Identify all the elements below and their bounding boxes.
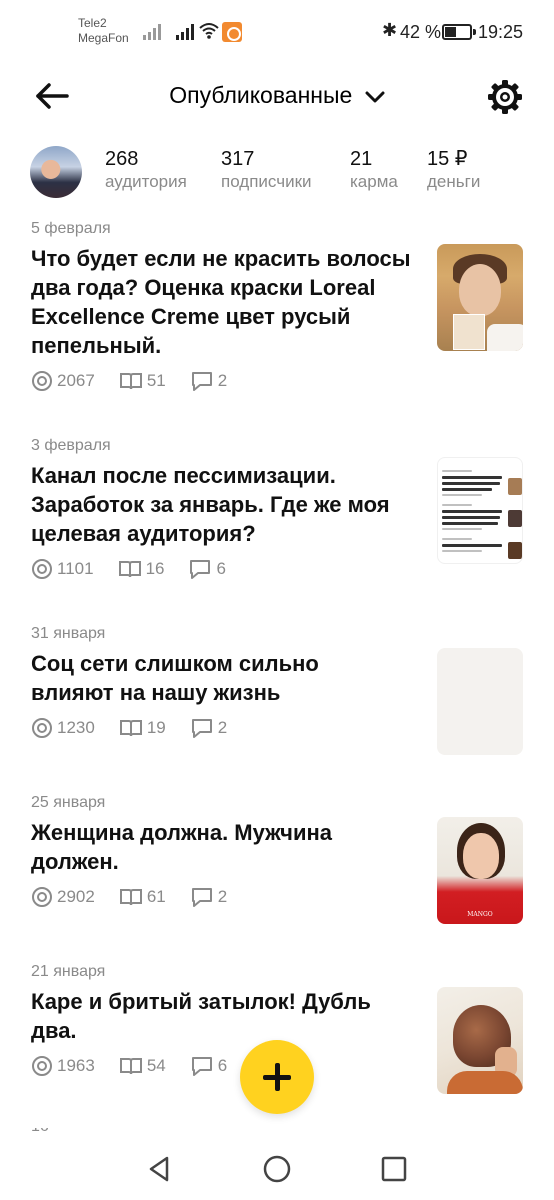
bluetooth-icon: ✱ (382, 20, 398, 40)
square-recents-icon[interactable] (377, 1152, 411, 1186)
eye-icon (32, 887, 52, 907)
next-post-date: 16 (31, 1128, 61, 1138)
post-title[interactable]: Канал после пессимизации. Заработок за я… (31, 461, 423, 548)
comment-icon (191, 719, 212, 738)
battery-icon (442, 24, 476, 40)
signal-icon (143, 24, 161, 40)
views-count: 1230 (57, 718, 95, 737)
stat-karma: 21 карма (350, 148, 398, 191)
post-stats: 1101 16 6 (31, 558, 250, 580)
clock: 19:25 (478, 22, 524, 42)
signal-icon (176, 24, 194, 40)
stat-money: 15 ₽ деньги (427, 148, 481, 191)
comment-icon (191, 888, 212, 907)
triangle-back-icon[interactable] (143, 1152, 177, 1186)
post-title[interactable]: Каре и бритый затылок! Дубль два. (31, 987, 411, 1045)
reads-count: 54 (146, 1056, 166, 1075)
views-count: 1963 (57, 1056, 95, 1075)
post-stats: 2067 51 2 (31, 370, 251, 392)
comment-icon (190, 560, 211, 579)
views-count: 1101 (57, 559, 94, 578)
circle-home-icon[interactable] (260, 1152, 294, 1186)
plus-icon[interactable] (240, 1040, 314, 1114)
post-thumbnail[interactable] (437, 987, 523, 1094)
page-title-dropdown[interactable]: Опубликованные (0, 82, 554, 109)
post-thumbnail[interactable] (437, 457, 523, 564)
book-icon (119, 720, 142, 737)
post-date: 5 февраля (31, 220, 111, 237)
comments-count: 6 (216, 559, 226, 578)
views-count: 2902 (57, 887, 95, 906)
post-date: 21 января (31, 963, 106, 980)
eye-icon (32, 371, 52, 391)
eye-icon (32, 1056, 52, 1076)
comments-count: 2 (217, 371, 228, 390)
comment-icon (191, 1057, 212, 1076)
post-stats: 2902 61 2 (31, 886, 251, 908)
app-notification-icon (222, 22, 242, 42)
carrier-1: Tele2 (78, 16, 107, 30)
book-icon (118, 561, 141, 578)
battery-percent: 42 % (400, 22, 442, 42)
stat-subscribers: 317 подписчики (221, 148, 312, 191)
reads-count: 16 (145, 559, 165, 578)
reads-count: 61 (146, 887, 166, 906)
chevron-down-icon (365, 91, 385, 103)
eye-icon (32, 559, 52, 579)
comments-count: 2 (217, 887, 228, 906)
post-thumbnail[interactable]: MANGO (437, 817, 523, 924)
post-thumbnail[interactable] (437, 244, 523, 351)
post-thumbnail[interactable] (437, 648, 523, 755)
avatar[interactable] (30, 146, 82, 198)
thumbnail-shirt-text: MANGO (467, 911, 493, 918)
reads-count: 19 (146, 718, 166, 737)
status-bar: Tele2 MegaFon ✱ 42 % 19:25 (0, 0, 554, 64)
book-icon (119, 889, 142, 906)
views-count: 2067 (57, 371, 95, 390)
reads-count: 51 (146, 371, 166, 390)
comments-count: 6 (217, 1056, 228, 1075)
comments-count: 2 (217, 718, 228, 737)
post-title[interactable]: Женщина должна. Мужчина должен. (31, 818, 391, 876)
wifi-icon (199, 23, 219, 39)
post-title[interactable]: Соц сети слишком сильно влияют на нашу ж… (31, 649, 391, 707)
stat-audience: 268 аудитория (105, 148, 187, 191)
post-date: 3 февраля (31, 437, 111, 454)
gear-icon[interactable] (486, 78, 524, 116)
comment-icon (191, 372, 212, 391)
post-stats: 1963 54 6 (31, 1055, 251, 1077)
post-date: 31 января (31, 625, 106, 642)
post-title[interactable]: Что будет если не красить волосы два год… (31, 244, 423, 360)
post-stats: 1230 19 2 (31, 717, 251, 739)
page-title: Опубликованные (169, 82, 353, 108)
carrier-names: Tele2 MegaFon (78, 16, 129, 46)
book-icon (119, 1058, 142, 1075)
eye-icon (32, 718, 52, 738)
post-date: 25 января (31, 794, 106, 811)
book-icon (119, 373, 142, 390)
carrier-2: MegaFon (78, 31, 129, 45)
